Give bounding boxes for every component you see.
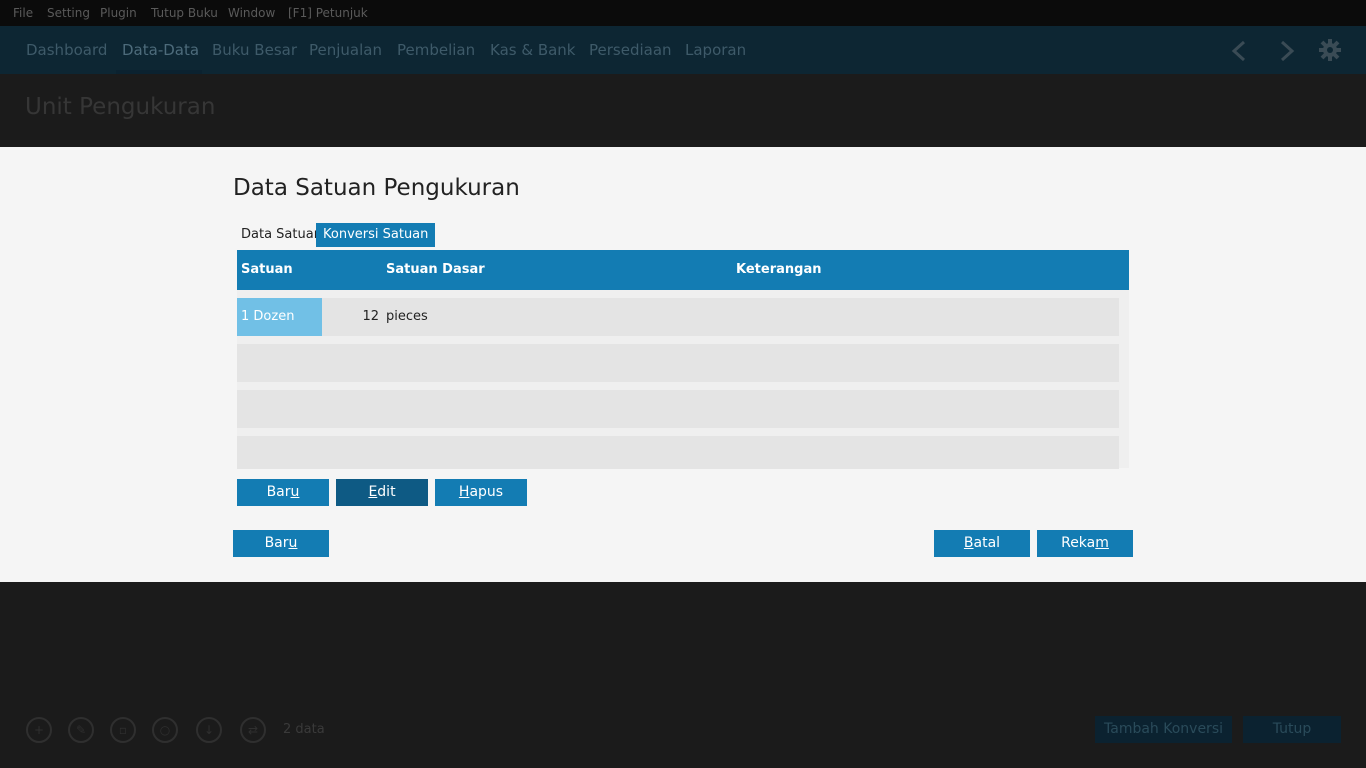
cancel-button[interactable]: Batal bbox=[934, 530, 1030, 557]
grid-header: Satuan Satuan Dasar Keterangan bbox=[237, 250, 1129, 290]
new-button[interactable]: Baru bbox=[233, 530, 329, 557]
menu-plugin[interactable]: Plugin bbox=[100, 6, 137, 20]
menu-setting[interactable]: Setting bbox=[47, 6, 90, 20]
dialog-title: Data Satuan Pengukuran bbox=[233, 175, 520, 201]
nav-persediaan[interactable]: Persediaan bbox=[589, 41, 672, 59]
column-header-keterangan[interactable]: Keterangan bbox=[736, 262, 821, 277]
table-row[interactable]: 1 Dozen 12 pieces bbox=[237, 298, 1119, 336]
unit-dialog: Data Satuan Pengukuran Data Satuan Konve… bbox=[0, 147, 1366, 582]
menu-help[interactable]: [F1] Petunjuk bbox=[288, 6, 368, 20]
tab-data-satuan[interactable]: Data Satuan bbox=[234, 223, 329, 247]
nav-buku-besar[interactable]: Buku Besar bbox=[212, 41, 297, 59]
gear-icon[interactable] bbox=[1319, 39, 1341, 61]
download-icon[interactable]: ↓ bbox=[196, 717, 222, 743]
nav-dashboard[interactable]: Dashboard bbox=[26, 41, 107, 59]
refresh-icon[interactable]: ○ bbox=[152, 717, 178, 743]
cell-satuan-dasar[interactable]: pieces bbox=[386, 298, 428, 336]
column-header-satuan[interactable]: Satuan bbox=[241, 262, 293, 277]
edit-icon[interactable]: ✎ bbox=[68, 717, 94, 743]
cell-satuan[interactable]: 1 Dozen bbox=[237, 298, 322, 336]
save-button[interactable]: Rekam bbox=[1037, 530, 1133, 557]
nav-active-indicator bbox=[116, 70, 202, 74]
chevron-right-icon[interactable] bbox=[1278, 40, 1296, 62]
table-row-empty[interactable] bbox=[237, 344, 1119, 382]
nav-laporan[interactable]: Laporan bbox=[685, 41, 746, 59]
grid-edit-button[interactable]: Edit bbox=[336, 479, 428, 506]
table-row-empty[interactable] bbox=[237, 390, 1119, 428]
nav-pembelian[interactable]: Pembelian bbox=[397, 41, 475, 59]
nav-data-data[interactable]: Data-Data bbox=[122, 41, 199, 59]
record-count: 2 data bbox=[283, 722, 325, 737]
main-nav: Dashboard Data-Data Buku Besar Penjualan… bbox=[0, 26, 1366, 74]
delete-icon[interactable]: ▫ bbox=[110, 717, 136, 743]
add-icon[interactable]: + bbox=[26, 717, 52, 743]
chevron-left-icon[interactable] bbox=[1230, 40, 1248, 62]
sync-icon[interactable]: ⇄ bbox=[240, 717, 266, 743]
grid-delete-button[interactable]: Hapus bbox=[435, 479, 527, 506]
menu-window[interactable]: Window bbox=[228, 6, 275, 20]
cell-jumlah[interactable]: 12 bbox=[322, 298, 379, 336]
menu-bar: File Setting Plugin Tutup Buku Window [F… bbox=[0, 0, 1366, 26]
tab-konversi-satuan[interactable]: Konversi Satuan bbox=[316, 223, 436, 247]
nav-kas-bank[interactable]: Kas & Bank bbox=[490, 41, 576, 59]
grid-new-button[interactable]: Baru bbox=[237, 479, 329, 506]
menu-file[interactable]: File bbox=[13, 6, 33, 20]
table-row-empty[interactable] bbox=[237, 436, 1119, 469]
page-title: Unit Pengukuran bbox=[25, 94, 216, 120]
close-button[interactable]: Tutup bbox=[1243, 716, 1341, 743]
add-conversion-button[interactable]: Tambah Konversi bbox=[1095, 716, 1232, 743]
menu-tutup-buku[interactable]: Tutup Buku bbox=[151, 6, 218, 20]
column-header-satuan-dasar[interactable]: Satuan Dasar bbox=[386, 262, 485, 277]
conversion-grid[interactable]: 1 Dozen 12 pieces bbox=[237, 290, 1129, 469]
nav-penjualan[interactable]: Penjualan bbox=[309, 41, 382, 59]
